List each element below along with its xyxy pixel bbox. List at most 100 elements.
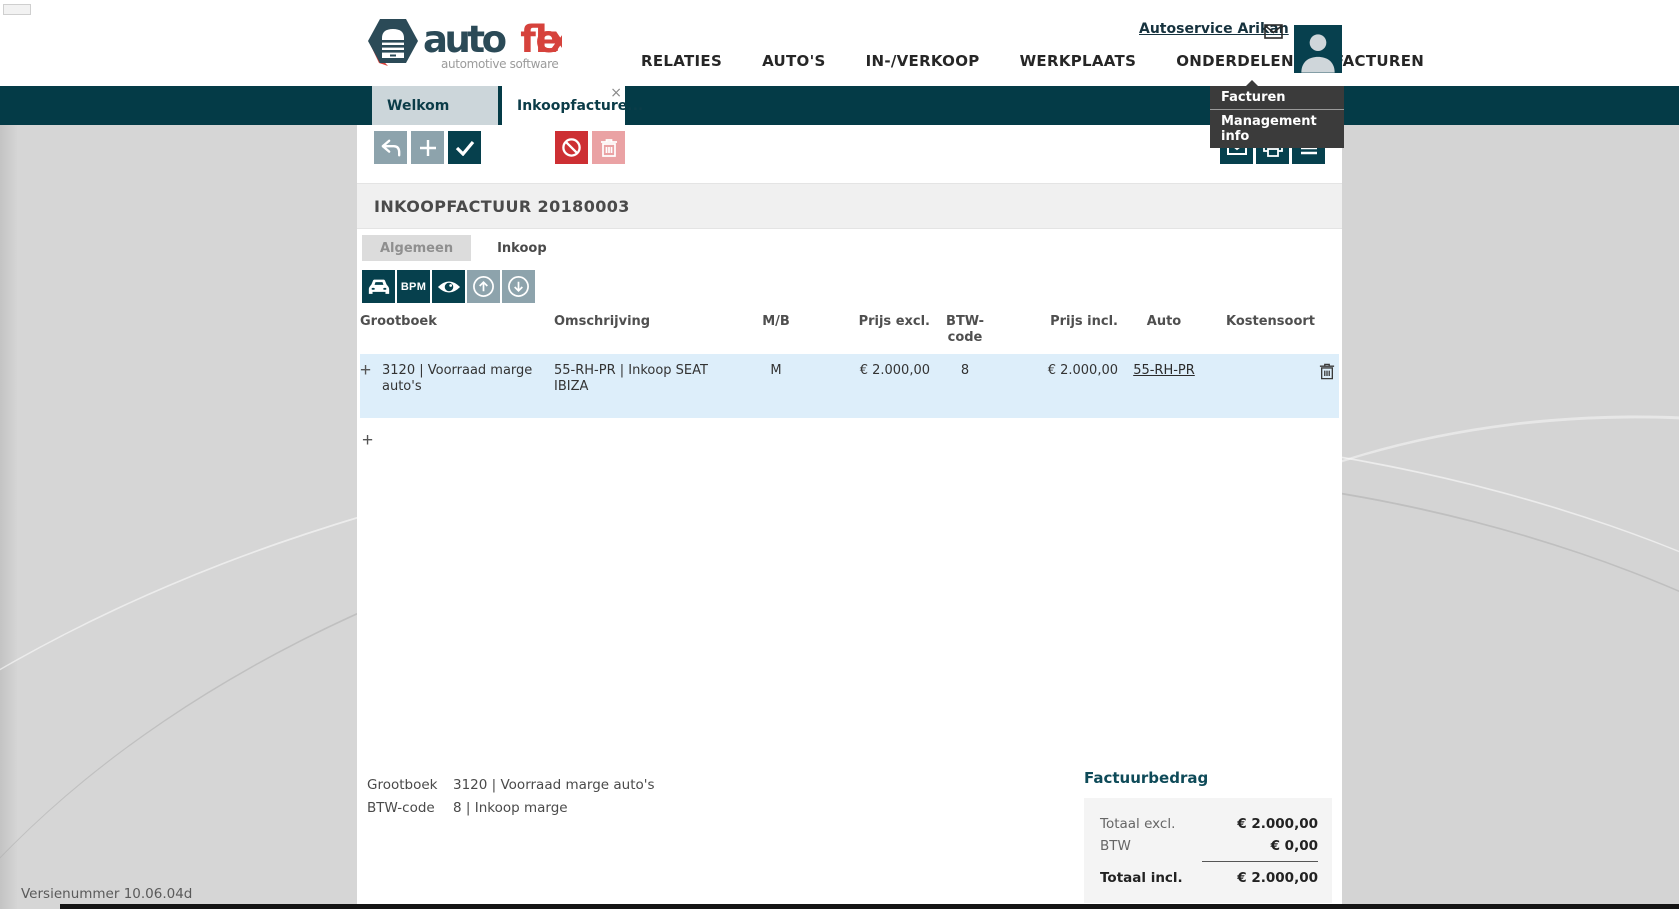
- app-header: auto flex automotive software RELATIES A…: [0, 0, 1679, 86]
- detail-label: Grootboek: [367, 774, 453, 797]
- prohibition-icon: [561, 137, 582, 158]
- undo-icon: [380, 138, 402, 158]
- cell-kostensoort: [1210, 363, 1314, 395]
- add-button[interactable]: [411, 131, 444, 164]
- totals-separator: [1202, 861, 1318, 862]
- line-toolbar: BPM: [362, 270, 535, 303]
- cell-mb: M: [750, 363, 802, 395]
- nav-item-facturen[interactable]: FACTUREN: [1334, 52, 1424, 70]
- delete-row-button[interactable]: [1319, 362, 1335, 381]
- col-header-auto: Auto: [1118, 312, 1210, 346]
- totals-row-incl: Totaal incl. € 2.000,00: [1100, 867, 1318, 889]
- col-header-omschrijving: Omschrijving: [554, 312, 750, 346]
- tab-inkoop[interactable]: Inkoop: [479, 235, 565, 261]
- nav-item-onderdelen[interactable]: ONDERDELEN: [1176, 52, 1294, 70]
- circle-arrow-up-icon: [472, 275, 495, 298]
- plus-icon: [419, 139, 437, 157]
- menu-item-facturen[interactable]: Facturen: [1210, 86, 1344, 109]
- nav-item-in-verkoop[interactable]: IN-/VERKOOP: [866, 52, 980, 70]
- user-avatar[interactable]: [1294, 25, 1342, 73]
- totals-label: BTW: [1100, 835, 1131, 857]
- autoflex-logo[interactable]: auto flex automotive software: [366, 14, 562, 74]
- col-header-prijs-excl: Prijs excl.: [802, 312, 930, 346]
- facturen-dropdown-menu: Facturen Management info: [1210, 86, 1344, 148]
- move-down-button[interactable]: [502, 270, 535, 303]
- table-header-row: Grootboek Omschrijving M/B Prijs excl. B…: [360, 312, 1339, 354]
- invoice-lines-table: Grootboek Omschrijving M/B Prijs excl. B…: [360, 312, 1339, 450]
- totals-value: € 0,00: [1271, 835, 1318, 857]
- nav-item-autos[interactable]: AUTO'S: [762, 52, 826, 70]
- totals-label: Totaal incl.: [1100, 867, 1183, 889]
- add-row-area: +: [360, 431, 1339, 450]
- check-icon: [455, 140, 475, 156]
- auto-license-link[interactable]: 55-RH-PR: [1133, 363, 1195, 378]
- detail-row-btw-code: BTW-code 8 | Inkoop marge: [367, 797, 655, 820]
- view-button[interactable]: [432, 270, 465, 303]
- car-button[interactable]: [362, 270, 395, 303]
- tab-inkoopfacturen[interactable]: Inkoopfacture... ×: [502, 86, 625, 125]
- totals-box: Totaal excl. € 2.000,00 BTW € 0,00 Totaa…: [1084, 798, 1332, 903]
- nav-item-relaties[interactable]: RELATIES: [641, 52, 722, 70]
- totals-value: € 2.000,00: [1237, 813, 1318, 835]
- tab-welkom[interactable]: Welkom: [372, 86, 498, 125]
- logo-text-flex: flex: [520, 18, 562, 61]
- cell-omschrijving: 55-RH-PR | Inkoop SEAT IBIZA: [554, 363, 750, 395]
- cell-btw-code: 8: [930, 363, 1000, 395]
- nav-item-werkplaats[interactable]: WERKPLAATS: [1020, 52, 1137, 70]
- page-title: INKOOPFACTUUR 20180003: [374, 197, 630, 216]
- open-tabs-bar: Welkom Inkoopfacture... ×: [0, 86, 1679, 125]
- tab-inkoopfacturen-label: Inkoopfacture...: [517, 98, 643, 114]
- add-row-icon[interactable]: +: [362, 433, 373, 449]
- totals-heading: Factuurbedrag: [1084, 769, 1332, 787]
- totals-value: € 2.000,00: [1237, 867, 1318, 889]
- cancel-button[interactable]: [555, 131, 588, 164]
- totals-row-excl: Totaal excl. € 2.000,00: [1100, 813, 1318, 835]
- logo-tagline: automotive software: [441, 57, 560, 71]
- invoice-totals: Factuurbedrag Totaal excl. € 2.000,00 BT…: [1084, 769, 1332, 903]
- col-header-btw-code: BTW-code: [930, 312, 1000, 346]
- confirm-button[interactable]: [448, 131, 481, 164]
- app-window: auto flex automotive software RELATIES A…: [0, 0, 1679, 909]
- col-header-prijs-incl: Prijs incl.: [1000, 312, 1118, 346]
- person-icon: [1298, 29, 1338, 73]
- cell-grootboek: 3120 | Voorraad marge auto's: [382, 363, 554, 395]
- car-icon: [367, 278, 391, 296]
- detail-value: 8 | Inkoop marge: [453, 797, 568, 820]
- cell-prijs-excl: € 2.000,00: [802, 363, 930, 395]
- tab-algemeen[interactable]: Algemeen: [362, 235, 471, 261]
- invoice-panel: INKOOPFACTUUR 20180003 Algemeen Inkoop B…: [357, 125, 1342, 905]
- form-tabs: Algemeen Inkoop: [362, 235, 565, 261]
- trash-icon: [1319, 362, 1335, 381]
- totals-label: Totaal excl.: [1100, 813, 1175, 835]
- browser-artifact-rect: [3, 4, 31, 15]
- delete-button-disabled[interactable]: [592, 131, 625, 164]
- bpm-button[interactable]: BPM: [397, 270, 430, 303]
- version-number: Versienummer 10.06.04d: [21, 886, 192, 902]
- circle-arrow-down-icon: [507, 275, 530, 298]
- col-header-grootboek: Grootboek: [360, 312, 554, 346]
- detail-value: 3120 | Voorraad marge auto's: [453, 774, 655, 797]
- totals-row-btw: BTW € 0,00: [1100, 835, 1318, 857]
- invoice-title-bar: INKOOPFACTUUR 20180003: [357, 183, 1342, 229]
- selected-line-details: Grootboek 3120 | Voorraad marge auto's B…: [367, 774, 655, 820]
- dropdown-caret: [1246, 80, 1258, 86]
- logo-hexagon-icon: [368, 19, 418, 66]
- envelope-icon[interactable]: [1264, 24, 1283, 39]
- detail-row-grootboek: Grootboek 3120 | Voorraad marge auto's: [367, 774, 655, 797]
- close-icon[interactable]: ×: [610, 86, 622, 100]
- trash-icon: [600, 138, 618, 158]
- cell-prijs-incl: € 2.000,00: [1000, 363, 1118, 395]
- col-header-mb: M/B: [750, 312, 802, 346]
- move-up-button[interactable]: [467, 270, 500, 303]
- tab-welkom-label: Welkom: [387, 98, 449, 114]
- detail-label: BTW-code: [367, 797, 453, 820]
- invoice-toolbar: [357, 131, 1342, 164]
- menu-item-management-info[interactable]: Management info: [1210, 110, 1344, 148]
- undo-button[interactable]: [374, 131, 407, 164]
- bpm-label: BPM: [401, 281, 426, 293]
- eye-icon: [437, 279, 461, 295]
- bottom-edge-bar: [60, 904, 1679, 909]
- expand-row-icon[interactable]: +: [360, 363, 371, 379]
- col-header-actions: [1314, 312, 1339, 346]
- col-header-kostensoort: Kostensoort: [1210, 312, 1314, 346]
